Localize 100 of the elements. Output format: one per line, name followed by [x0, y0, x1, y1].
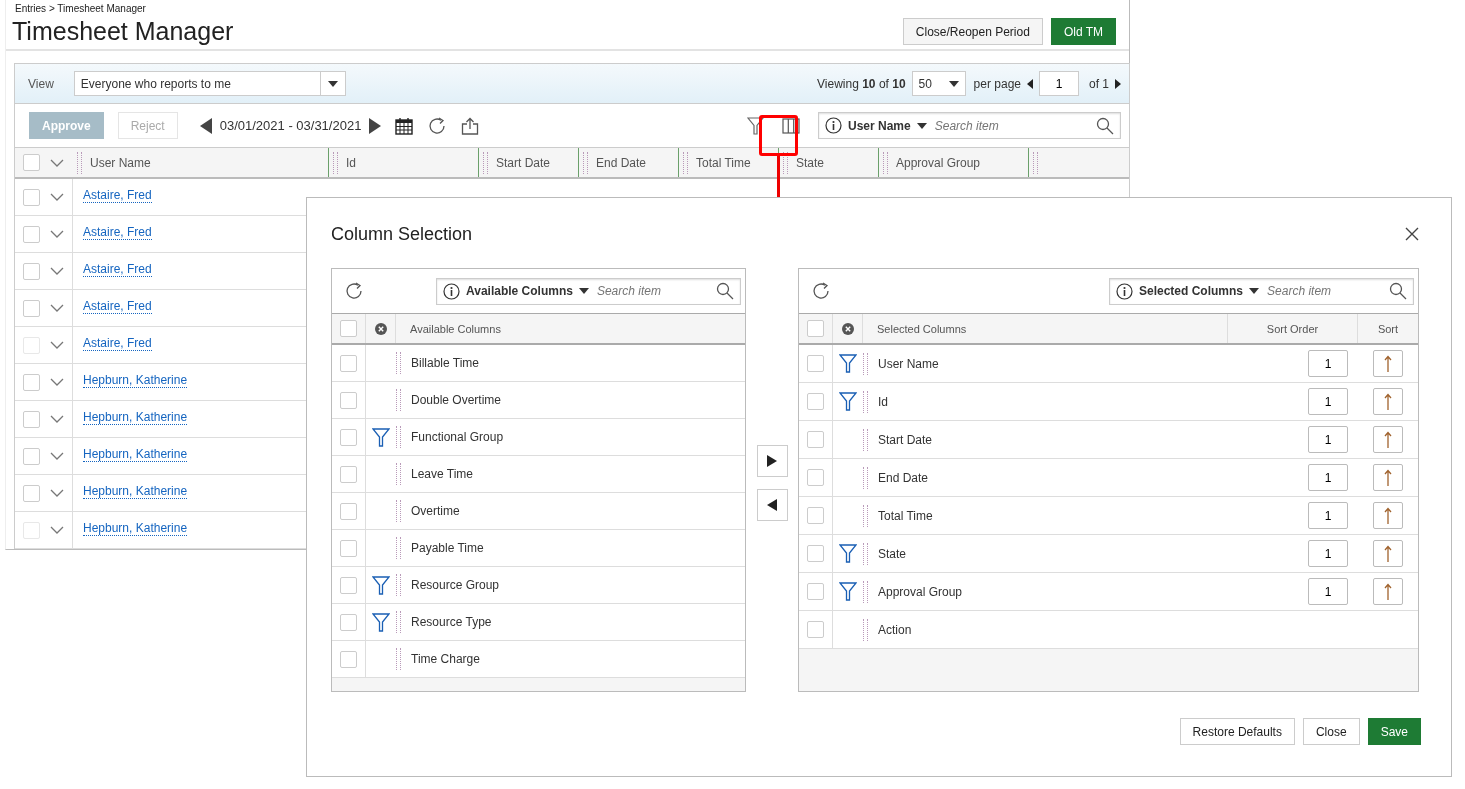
dialog-button[interactable]: Restore Defaults	[1179, 718, 1295, 745]
dialog-button[interactable]: Close	[1302, 718, 1360, 745]
chevron-down-icon[interactable]	[50, 193, 64, 201]
filter-icon[interactable]	[747, 116, 764, 135]
column-header[interactable]: User Name	[90, 155, 151, 170]
row-checkbox[interactable]	[807, 621, 824, 638]
row-checkbox[interactable]	[340, 650, 357, 668]
column-header[interactable]: End Date	[596, 155, 647, 170]
drag-handle-icon[interactable]	[863, 390, 868, 413]
drag-handle-icon[interactable]	[396, 463, 401, 485]
calendar-icon[interactable]	[395, 116, 414, 135]
select-all-checkbox[interactable]	[807, 320, 824, 337]
user-link[interactable]: Hepburn, Katherine	[83, 484, 188, 499]
remove-column-button[interactable]	[756, 489, 788, 521]
sort-order-field[interactable]: 1	[1308, 578, 1348, 605]
previous-page-icon[interactable]	[1027, 78, 1033, 89]
row-checkbox[interactable]	[807, 545, 824, 562]
chevron-down-icon[interactable]	[50, 489, 64, 497]
clear-icon[interactable]	[374, 322, 387, 335]
refresh-icon[interactable]	[427, 115, 448, 136]
row-checkbox[interactable]	[340, 465, 357, 483]
per-page-dropdown[interactable]: 50	[911, 71, 966, 96]
drag-handle-icon[interactable]	[396, 352, 401, 374]
breadcrumb[interactable]: Entries > Timesheet Manager	[15, 3, 1129, 14]
caret-down-icon[interactable]	[1249, 288, 1260, 294]
search-icon[interactable]	[716, 282, 734, 300]
select-all-checkbox[interactable]	[23, 154, 40, 171]
header-button[interactable]: Close/Reopen Period	[902, 18, 1043, 45]
user-link[interactable]: Astaire, Fred	[83, 262, 152, 277]
column-name[interactable]: Start Date	[878, 432, 1228, 447]
drag-handle-icon[interactable]	[396, 426, 401, 448]
sort-button[interactable]	[1373, 426, 1403, 453]
chevron-down-icon[interactable]	[50, 415, 64, 423]
search-field[interactable]: Available Columns Search item	[436, 277, 741, 305]
search-field[interactable]: User Name Search item	[818, 112, 1121, 139]
drag-handle-icon[interactable]	[396, 648, 401, 670]
column-header[interactable]: Total Time	[696, 155, 751, 170]
drag-handle-icon[interactable]	[583, 151, 588, 174]
filter-icon[interactable]	[372, 612, 390, 632]
row-checkbox[interactable]	[807, 507, 824, 524]
next-page-icon[interactable]	[1115, 78, 1121, 89]
chevron-down-icon[interactable]	[50, 378, 64, 386]
drag-handle-icon[interactable]	[1033, 151, 1038, 174]
row-checkbox[interactable]	[340, 613, 357, 631]
user-link[interactable]: Hepburn, Katherine	[83, 373, 188, 388]
search-icon[interactable]	[1389, 282, 1407, 300]
columns-icon[interactable]	[782, 117, 800, 134]
dialog-button[interactable]: Save	[1367, 718, 1421, 745]
sort-order-field[interactable]: 1	[1308, 388, 1348, 415]
row-checkbox[interactable]	[807, 469, 824, 486]
filter-icon[interactable]	[839, 392, 857, 411]
user-link[interactable]: Hepburn, Katherine	[83, 447, 188, 462]
user-link[interactable]: Hepburn, Katherine	[83, 410, 188, 425]
row-checkbox[interactable]	[807, 431, 824, 448]
filter-icon[interactable]	[839, 544, 857, 563]
filter-icon[interactable]	[839, 354, 857, 373]
row-checkbox[interactable]	[807, 583, 824, 600]
column-name[interactable]: Total Time	[878, 508, 1228, 523]
row-checkbox[interactable]	[807, 393, 824, 410]
column-name[interactable]: End Date	[878, 470, 1228, 485]
sort-button[interactable]	[1373, 578, 1403, 605]
previous-period-icon[interactable]	[199, 117, 212, 134]
column-header[interactable]: Approval Group	[896, 155, 981, 170]
row-checkbox[interactable]	[807, 355, 824, 372]
row-checkbox[interactable]	[340, 391, 357, 409]
sort-button[interactable]	[1373, 502, 1403, 529]
row-checkbox[interactable]	[23, 447, 40, 465]
search-icon[interactable]	[1096, 116, 1114, 135]
column-name[interactable]: User Name	[878, 356, 1228, 371]
row-checkbox[interactable]	[340, 576, 357, 594]
drag-handle-icon[interactable]	[883, 151, 888, 174]
user-link[interactable]: Astaire, Fred	[83, 188, 152, 203]
select-all-checkbox[interactable]	[340, 320, 357, 337]
drag-handle-icon[interactable]	[396, 537, 401, 559]
drag-handle-icon[interactable]	[863, 352, 868, 375]
search-field-selector[interactable]: User Name	[848, 118, 911, 133]
row-checkbox[interactable]	[340, 502, 357, 520]
caret-down-icon[interactable]	[327, 80, 338, 87]
chevron-down-icon[interactable]	[50, 230, 64, 238]
view-dropdown[interactable]: Everyone who reports to me	[73, 71, 346, 96]
column-header[interactable]: State	[796, 155, 825, 170]
drag-handle-icon[interactable]	[77, 151, 82, 174]
drag-handle-icon[interactable]	[863, 618, 868, 641]
add-column-button[interactable]	[756, 445, 788, 477]
row-checkbox[interactable]	[23, 373, 40, 391]
close-icon[interactable]	[1405, 227, 1419, 241]
drag-handle-icon[interactable]	[396, 500, 401, 522]
search-input[interactable]: Search item	[594, 283, 710, 299]
sort-order-field[interactable]: 1	[1308, 464, 1348, 491]
row-checkbox[interactable]	[23, 188, 40, 206]
drag-handle-icon[interactable]	[863, 580, 868, 603]
sort-order-field[interactable]: 1	[1308, 502, 1348, 529]
drag-handle-icon[interactable]	[683, 151, 688, 174]
chevron-down-icon[interactable]	[50, 304, 64, 312]
caret-down-icon[interactable]	[916, 122, 927, 129]
drag-handle-icon[interactable]	[783, 151, 788, 174]
export-icon[interactable]	[461, 116, 480, 135]
row-checkbox[interactable]	[23, 262, 40, 280]
user-link[interactable]: Astaire, Fred	[83, 299, 152, 314]
clear-icon[interactable]	[841, 322, 854, 335]
